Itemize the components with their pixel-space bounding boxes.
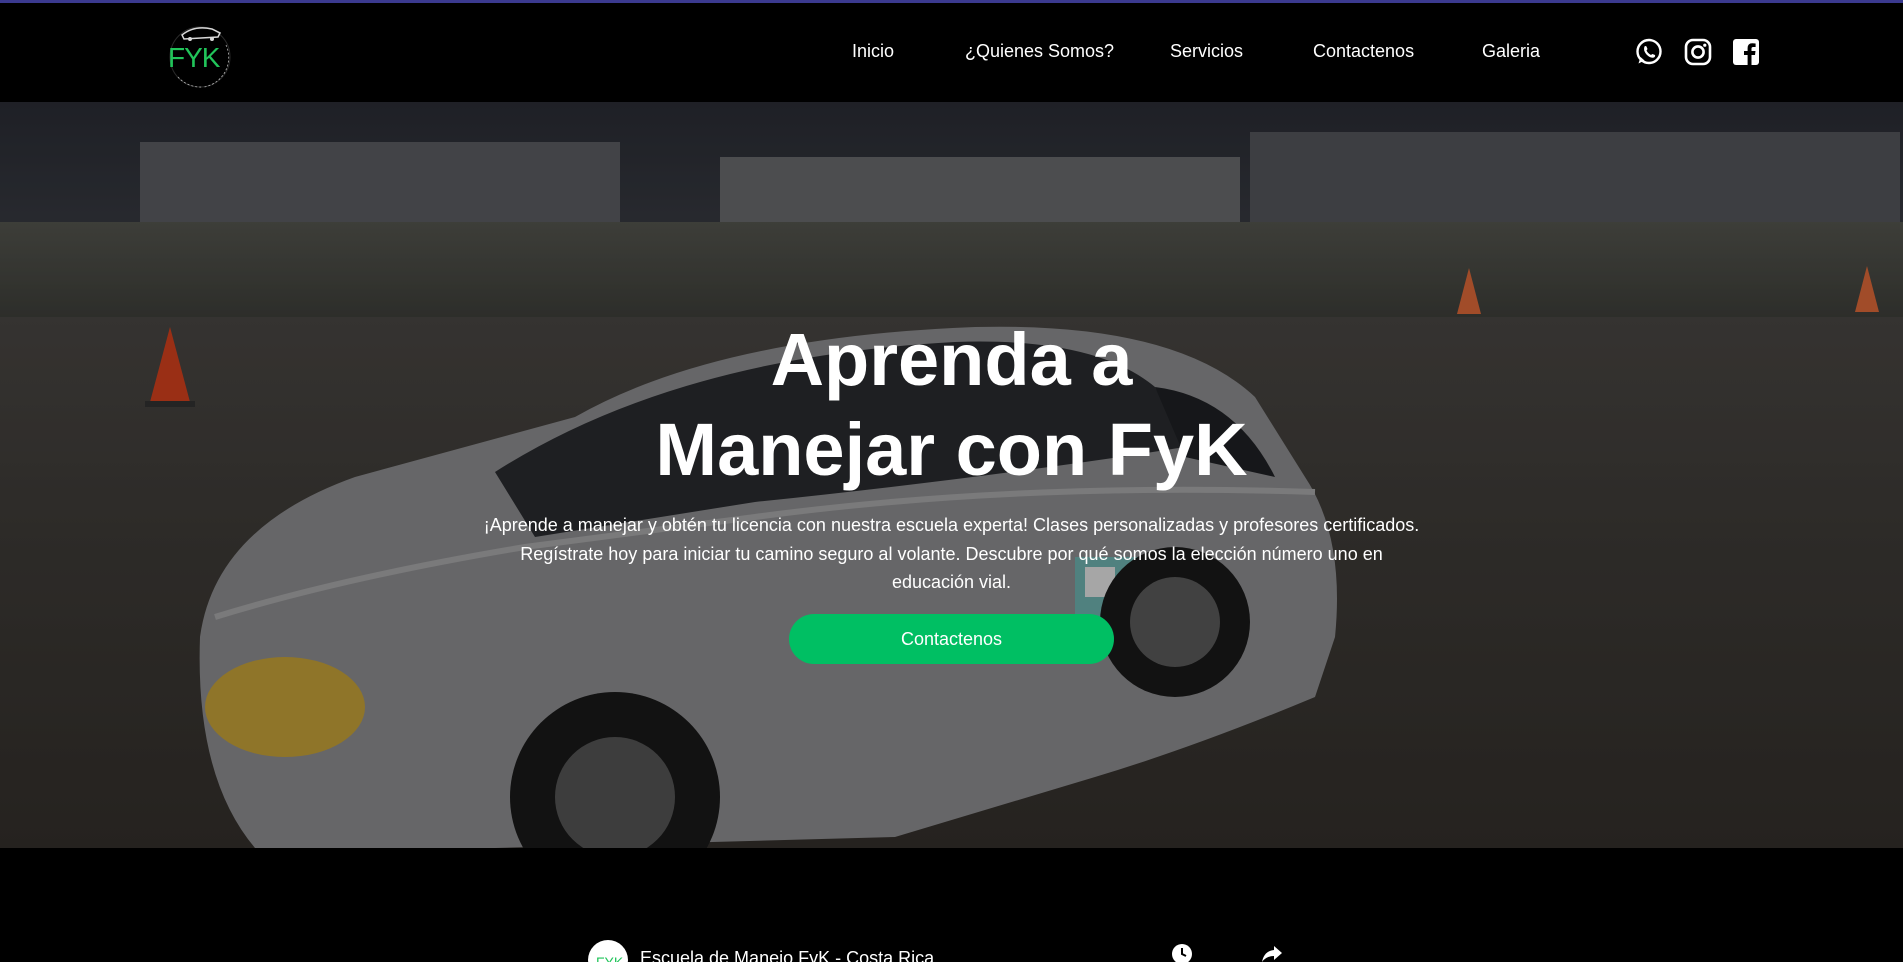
video-embed-header: FYK Escuela de Manejo FyK - Costa Rica xyxy=(584,940,1304,962)
watch-later-button[interactable] xyxy=(1170,942,1194,962)
video-section: FYK Escuela de Manejo FyK - Costa Rica xyxy=(0,848,1903,962)
nav-item-servicios[interactable]: Servicios xyxy=(1170,41,1243,62)
whatsapp-icon xyxy=(1636,38,1662,65)
nav-item-galeria[interactable]: Galeria xyxy=(1482,41,1540,62)
instagram-icon xyxy=(1684,38,1712,66)
hero-description: ¡Aprende a manejar y obtén tu licencia c… xyxy=(483,515,1420,592)
channel-avatar[interactable]: FYK xyxy=(588,940,628,962)
site-header: FYK Inicio ¿Quienes Somos? Servicios Con… xyxy=(0,3,1903,102)
share-button[interactable] xyxy=(1260,942,1284,962)
facebook-link[interactable] xyxy=(1731,37,1761,67)
channel-avatar-text: FYK xyxy=(596,954,624,962)
nav-item-inicio[interactable]: Inicio xyxy=(852,41,894,62)
hero-title-line-1: Aprenda a xyxy=(770,318,1133,401)
share-icon xyxy=(1262,946,1282,962)
channel-name-link[interactable]: Escuela de Manejo FyK - Costa Rica xyxy=(640,948,934,962)
main-nav: Inicio ¿Quienes Somos? Servicios Contact… xyxy=(0,3,1903,102)
facebook-icon xyxy=(1733,39,1759,65)
nav-item-quienes-somos[interactable]: ¿Quienes Somos? xyxy=(965,41,1114,62)
nav-item-contactenos[interactable]: Contactenos xyxy=(1313,41,1414,62)
hero-title-line-2: Manejar con FyK xyxy=(655,408,1248,491)
hero-section: Aprenda a Manejar con FyK ¡Aprende a man… xyxy=(0,102,1903,848)
whatsapp-link[interactable] xyxy=(1634,37,1664,67)
hero-contact-button[interactable]: Contactenos xyxy=(789,614,1114,664)
instagram-link[interactable] xyxy=(1683,37,1713,67)
watch-later-icon xyxy=(1172,944,1192,962)
